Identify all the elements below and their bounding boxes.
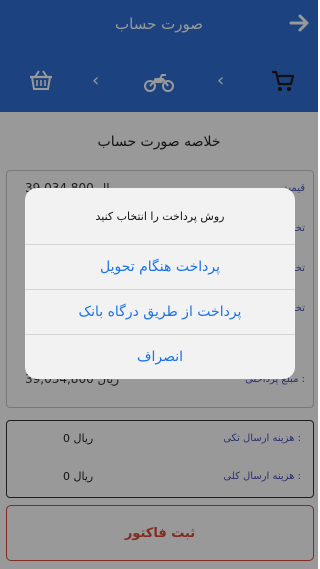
dialog-message: روش پرداخت را انتخاب کنید bbox=[25, 188, 295, 245]
cancel-option[interactable]: انصراف bbox=[25, 335, 295, 379]
payment-method-dialog: روش پرداخت را انتخاب کنید پرداخت هنگام ت… bbox=[25, 188, 295, 379]
pay-on-delivery-option[interactable]: پرداخت هنگام تحویل bbox=[25, 245, 295, 290]
pay-via-bank-gateway-option[interactable]: پرداخت از طریق درگاه بانک bbox=[25, 290, 295, 335]
